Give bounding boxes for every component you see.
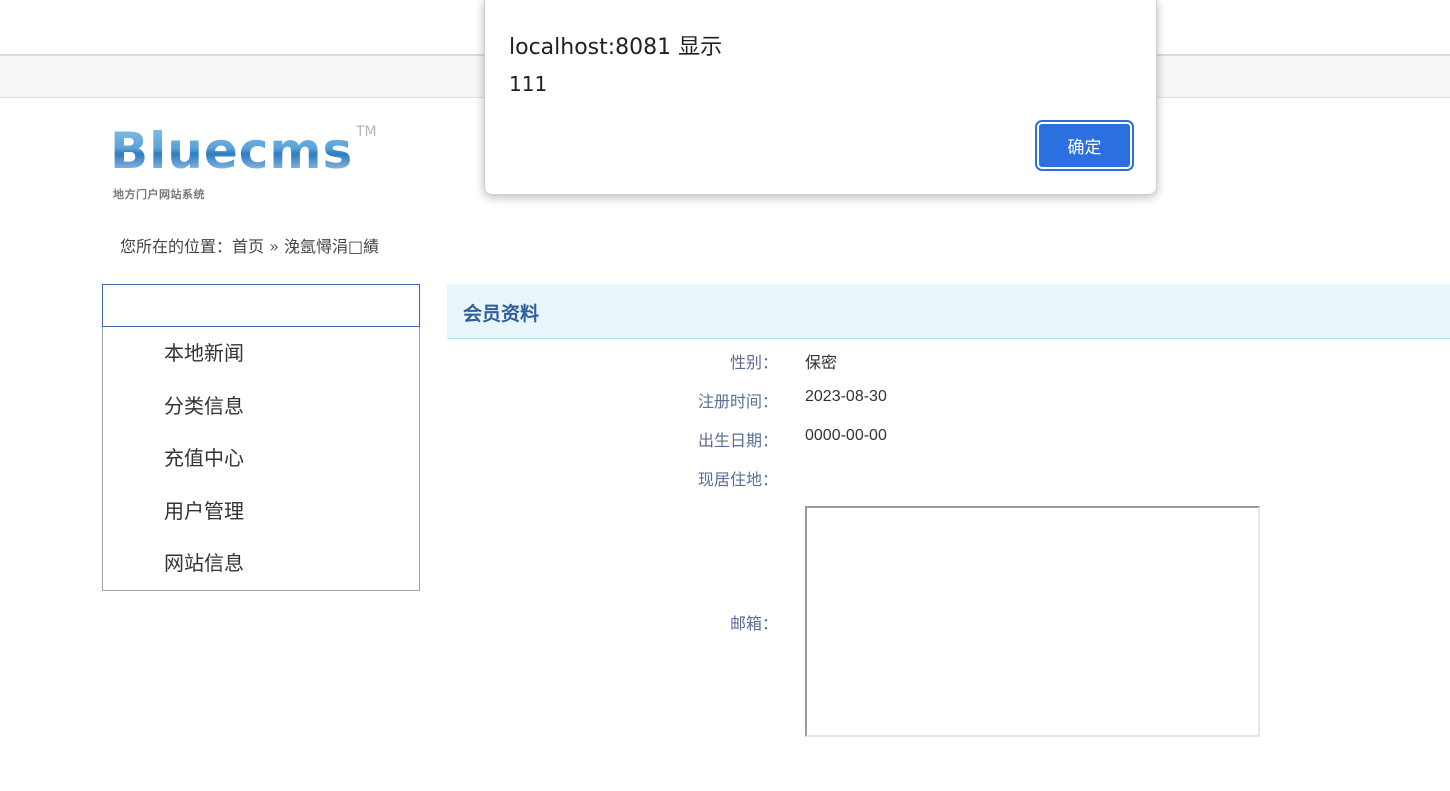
birthday-row: 出生日期： 0000-00-00 [447,427,1450,451]
gender-row: 性别： 保密 [447,349,1450,373]
breadcrumb-current: 浼氬憳涓□績 [284,237,380,256]
sidebar-item-user-management[interactable]: 用户管理 [103,485,419,538]
breadcrumb-home-link[interactable]: 首页 [232,237,264,256]
sidebar: 本地新闻 分类信息 充值中心 用户管理 网站信息 [102,284,420,591]
breadcrumb: 您所在的位置：首页 » 浼氬憳涓□績 [120,233,379,257]
logo-wordmark: Bluecms [110,122,354,180]
email-label: 邮箱： [729,614,778,633]
logo-trademark: TM [356,124,377,140]
gender-label: 性别： [729,353,778,372]
page-title: 会员资料 [463,303,540,325]
gender-value: 保密 [805,353,838,372]
sidebar-item-recharge[interactable]: 充值中心 [103,432,419,485]
reg-time-label: 注册时间： [697,392,778,411]
birthday-value: 0000-00-00 [805,427,887,444]
address-label: 现居住地： [697,470,778,489]
sidebar-menu: 本地新闻 分类信息 充值中心 用户管理 网站信息 [103,327,419,590]
alert-dialog: localhost:8081 显示 111 确定 [484,0,1157,195]
reg-time-value: 2023-08-30 [805,388,887,405]
breadcrumb-prefix: 您所在的位置： [120,237,233,256]
sidebar-item-local-news[interactable]: 本地新闻 [103,327,419,380]
address-row: 现居住地： [447,466,1450,490]
birthday-label: 出生日期： [697,431,778,450]
page: Bluecms TM 地方门户网站系统 您所在的位置：首页 » 浼氬憳涓□績 本… [0,0,1450,791]
reg-time-row: 注册时间： 2023-08-30 [447,388,1450,412]
sidebar-item-site-info[interactable]: 网站信息 [103,537,419,590]
sidebar-header [102,284,420,327]
dialog-origin-text: localhost:8081 显示 [509,35,723,60]
breadcrumb-separator: » [269,237,279,256]
sidebar-item-classifieds[interactable]: 分类信息 [103,380,419,433]
email-textarea[interactable] [805,506,1260,737]
logo-tagline: 地方门户网站系统 [113,188,205,201]
profile-header: 会员资料 [447,284,1450,339]
site-logo[interactable]: Bluecms TM 地方门户网站系统 [110,122,380,204]
dialog-message: 111 [509,72,548,96]
ok-button[interactable]: 确定 [1035,120,1134,171]
